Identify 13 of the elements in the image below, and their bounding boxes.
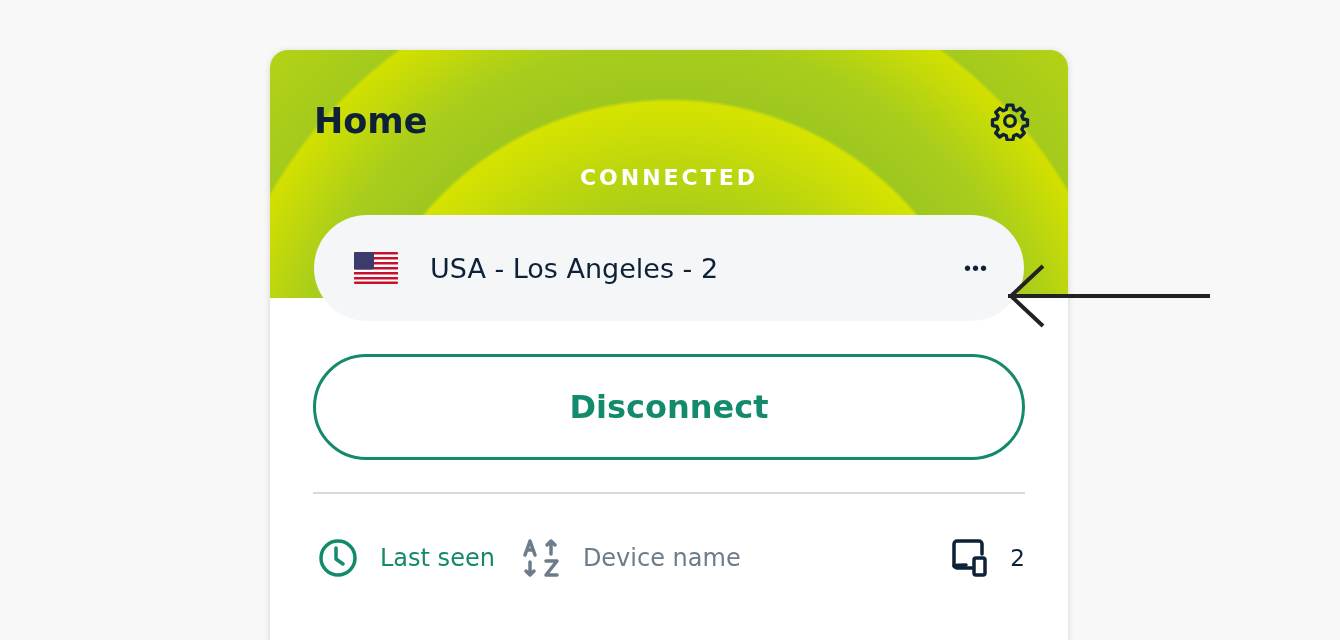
sort-option[interactable]: Device name (582, 544, 741, 572)
clock-icon (318, 538, 358, 578)
more-options-button[interactable]: ••• (964, 256, 988, 280)
location-selector[interactable]: USA - Los Angeles - 2 ••• (314, 215, 1024, 321)
disconnect-button[interactable]: Disconnect (313, 354, 1025, 460)
flag-icon (354, 252, 398, 284)
sort-icon (520, 538, 561, 578)
page-title: Home (314, 101, 428, 141)
sort-option[interactable]: Last seen (380, 544, 495, 572)
device-count: 2 (1010, 545, 1025, 571)
location-name: USA - Los Angeles - 2 (430, 252, 720, 284)
connection-status: CONNECTED (578, 165, 760, 190)
settings-icon[interactable] (990, 101, 1030, 141)
